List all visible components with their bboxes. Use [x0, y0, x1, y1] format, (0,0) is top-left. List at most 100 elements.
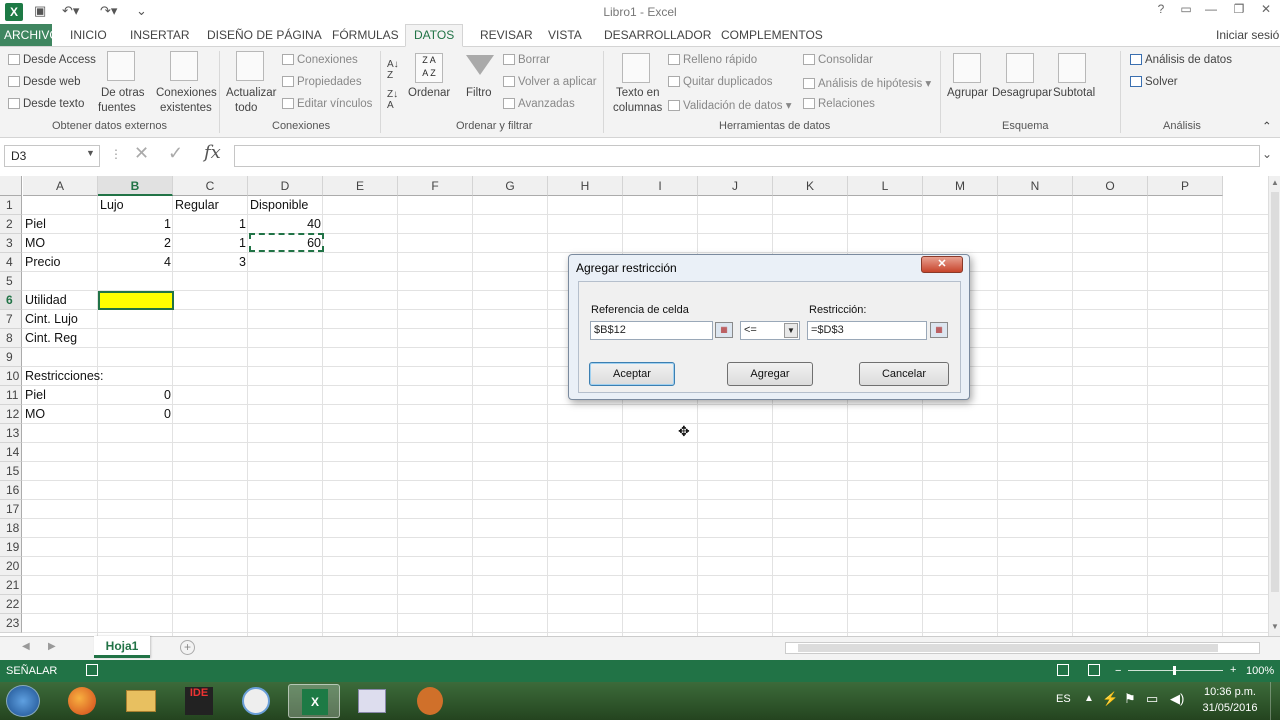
row-header-8[interactable]: 8 [0, 329, 22, 348]
row-header-13[interactable]: 13 [0, 424, 22, 443]
column-header-h[interactable]: H [548, 176, 623, 196]
tab-archivo[interactable]: ARCHIVO [0, 24, 59, 46]
other-sources-label1[interactable]: De otras [101, 87, 144, 99]
row-header-16[interactable]: 16 [0, 481, 22, 500]
row-header-9[interactable]: 9 [0, 348, 22, 367]
scroll-up-icon[interactable]: ▲ [1271, 178, 1279, 187]
data-validation-button[interactable]: Validación de datos ▾ [668, 98, 792, 112]
scroll-thumb[interactable] [1271, 192, 1279, 592]
cell-a7[interactable]: Cint. Lujo [23, 310, 98, 329]
scroll-down-icon[interactable]: ▼ [1271, 622, 1279, 631]
row-header-4[interactable]: 4 [0, 253, 22, 272]
existing-connections-label1[interactable]: Conexiones [156, 87, 217, 99]
properties-button[interactable]: Propiedades [282, 76, 362, 88]
prev-sheet-icon[interactable]: ◀ [22, 641, 30, 652]
vertical-scrollbar[interactable]: ▲ ▼ [1268, 176, 1280, 636]
refresh-all-label1[interactable]: Actualizar [226, 87, 277, 99]
show-desktop-button[interactable] [1270, 682, 1280, 720]
row-header-17[interactable]: 17 [0, 500, 22, 519]
start-button-icon[interactable] [6, 685, 40, 717]
row-header-10[interactable]: 10 [0, 367, 22, 386]
sort-az-icon[interactable]: A↓ Z [387, 59, 399, 81]
macro-record-icon[interactable] [86, 664, 98, 676]
cell-b1[interactable]: Lujo [98, 196, 174, 215]
row-header-23[interactable]: 23 [0, 614, 22, 633]
from-text-button[interactable]: Desde texto [8, 98, 84, 110]
formula-input[interactable] [234, 145, 1260, 167]
row-header-11[interactable]: 11 [0, 386, 22, 405]
solver-button[interactable]: Solver [1130, 76, 1178, 88]
close-icon[interactable]: ✕ [1255, 2, 1277, 20]
help-icon[interactable]: ? [1150, 2, 1172, 20]
taskbar-ide-icon[interactable]: IDE [172, 684, 224, 718]
taskbar-paint-icon[interactable] [346, 684, 398, 718]
remove-duplicates-button[interactable]: Quitar duplicados [668, 76, 773, 88]
clear-filter-button[interactable]: Borrar [503, 54, 550, 66]
language-indicator[interactable]: ES [1056, 693, 1071, 705]
expand-formula-icon[interactable]: ⌄ [1262, 147, 1272, 161]
consolidate-button[interactable]: Consolidar [803, 54, 873, 66]
minimize-icon[interactable]: — [1200, 2, 1222, 20]
column-header-b[interactable]: B [98, 176, 173, 196]
subtotal-button[interactable]: Subtotal [1053, 87, 1095, 99]
refresh-all-label2[interactable]: todo [235, 102, 257, 114]
cell-d1[interactable]: Disponible [248, 196, 324, 215]
cell-c2[interactable]: 1 [173, 215, 248, 234]
cell-b3[interactable]: 2 [98, 234, 173, 253]
worksheet-grid[interactable]: ABCDEFGHIJKLMNOP 1 2 3 4 5 6 7 8 9 10 11 12 13 14 15 16… [0, 176, 1268, 636]
taskbar-excel-icon[interactable]: X [288, 684, 340, 718]
column-header-l[interactable]: L [848, 176, 923, 196]
column-header-e[interactable]: E [323, 176, 398, 196]
row-header-19[interactable]: 19 [0, 538, 22, 557]
cell-a6[interactable]: Utilidad [23, 291, 98, 310]
tray-volume-icon[interactable]: ◀) [1170, 691, 1184, 707]
collapse-ribbon-icon[interactable]: ⌃ [1262, 119, 1272, 133]
taskbar-itunes-icon[interactable] [230, 684, 282, 718]
sheet-tab-hoja1[interactable]: Hoja1 [94, 636, 150, 658]
insert-function-icon[interactable]: fx [204, 142, 221, 163]
constraint-input[interactable]: =$D$3 [807, 321, 927, 340]
clock-date[interactable]: 31/05/2016 [1200, 702, 1260, 714]
tab-complementos[interactable]: COMPLEMENTOS [721, 28, 823, 42]
row-header-6[interactable]: 6 [0, 291, 22, 310]
tab-desarrollador[interactable]: DESARROLLADOR [604, 28, 711, 42]
column-header-p[interactable]: P [1148, 176, 1223, 196]
ungroup-button[interactable]: Desagrupar [992, 87, 1052, 99]
column-header-f[interactable]: F [398, 176, 473, 196]
cell-a11[interactable]: Piel [23, 386, 98, 405]
cell-d3[interactable]: 60 [248, 234, 323, 253]
sort-button[interactable]: Ordenar [408, 87, 450, 99]
column-header-m[interactable]: M [923, 176, 998, 196]
edit-links-button[interactable]: Editar vínculos [282, 98, 372, 110]
cell-d2[interactable]: 40 [248, 215, 323, 234]
column-header-i[interactable]: I [623, 176, 698, 196]
cell-a3[interactable]: MO [23, 234, 98, 253]
h-scroll-thumb[interactable] [798, 644, 1218, 652]
tab-datos[interactable]: DATOS [405, 24, 464, 47]
zoom-slider-thumb[interactable] [1173, 666, 1176, 675]
row-header-7[interactable]: 7 [0, 310, 22, 329]
zoom-level[interactable]: 100% [1246, 665, 1274, 677]
text-to-columns-label2[interactable]: columnas [613, 102, 662, 114]
text-to-columns-label1[interactable]: Texto en [616, 87, 659, 99]
next-sheet-icon[interactable]: ▶ [48, 641, 56, 652]
column-header-k[interactable]: K [773, 176, 848, 196]
tab-inicio[interactable]: INICIO [70, 28, 107, 42]
tab-insertar[interactable]: INSERTAR [130, 28, 190, 42]
cancel-button[interactable]: Cancelar [859, 362, 949, 386]
new-sheet-icon[interactable]: + [180, 640, 195, 655]
from-web-button[interactable]: Desde web [8, 76, 81, 88]
operator-dropdown-icon[interactable]: ▼ [784, 323, 798, 338]
zoom-in-icon[interactable]: + [1230, 664, 1236, 676]
ribbon-display-icon[interactable]: ▭ [1175, 2, 1197, 20]
row-header-20[interactable]: 20 [0, 557, 22, 576]
column-header-a[interactable]: A [23, 176, 98, 196]
cell-a4[interactable]: Precio [23, 253, 98, 272]
tray-expand-icon[interactable]: ▲ [1084, 693, 1094, 704]
column-header-o[interactable]: O [1073, 176, 1148, 196]
add-button[interactable]: Agregar [727, 362, 813, 386]
constraint-collapse-icon[interactable]: ▦ [930, 322, 948, 338]
row-header-2[interactable]: 2 [0, 215, 22, 234]
cell-b12[interactable]: 0 [98, 405, 173, 424]
row-header-5[interactable]: 5 [0, 272, 22, 291]
